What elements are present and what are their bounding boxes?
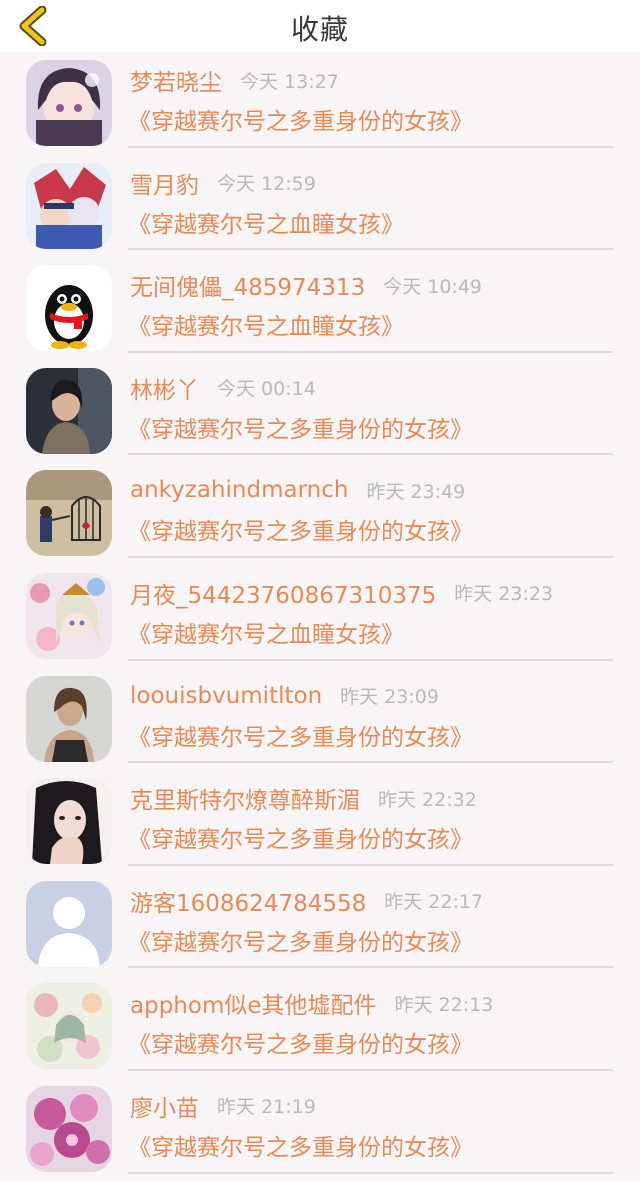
nav-bar: 收藏 (0, 0, 640, 52)
timestamp: 昨天 22:13 (394, 993, 494, 1016)
qq-penguin-avatar[interactable] (26, 265, 112, 352)
default-user-avatar[interactable] (26, 880, 112, 967)
divider (128, 145, 613, 148)
divider (128, 248, 613, 251)
favorites-list: 梦若晓尘 今天 13:27 《穿越赛尔号之多重身份的女孩》 雪月豹 今天 12:… (0, 52, 640, 1181)
work-title-link[interactable]: 《穿越赛尔号之血瞳女孩》 (128, 205, 404, 239)
list-item[interactable]: loouisbvumitlton 昨天 23:09 《穿越赛尔号之多重身份的女孩… (0, 668, 640, 771)
list-item[interactable]: 雪月豹 今天 12:59 《穿越赛尔号之血瞳女孩》 (0, 155, 640, 258)
timestamp: 昨天 23:23 (454, 583, 554, 606)
divider (128, 1068, 613, 1071)
item-meta: loouisbvumitlton 昨天 23:09 (130, 676, 439, 716)
divider (128, 863, 613, 866)
user-name[interactable]: 克里斯特尔燎尊醉斯湄 (130, 781, 360, 815)
work-title-link[interactable]: 《穿越赛尔号之多重身份的女孩》 (128, 102, 473, 136)
work-title-link[interactable]: 《穿越赛尔号之多重身份的女孩》 (128, 923, 473, 957)
user-name[interactable]: 梦若晓尘 (130, 63, 222, 97)
flower-anime-avatar[interactable] (26, 572, 112, 659)
photo-girl-hand-avatar[interactable] (26, 778, 112, 865)
list-item[interactable]: 无间傀儡_485974313 今天 10:49 《穿越赛尔号之血瞳女孩》 (0, 257, 640, 360)
list-item[interactable]: 梦若晓尘 今天 13:27 《穿越赛尔号之多重身份的女孩》 (0, 52, 640, 155)
item-meta: 月夜_54423760867310375 昨天 23:23 (130, 573, 553, 613)
timestamp: 今天 00:14 (217, 378, 316, 401)
birdcage-art-avatar[interactable] (26, 470, 112, 557)
user-name[interactable]: 月夜_54423760867310375 (130, 576, 436, 610)
divider (128, 966, 613, 969)
divider (128, 350, 613, 353)
timestamp: 昨天 22:32 (378, 788, 477, 811)
item-meta: apphom似e其他墟配件 昨天 22:13 (130, 983, 493, 1023)
user-name[interactable]: loouisbvumitlton (130, 683, 322, 709)
divider (128, 555, 613, 558)
list-item[interactable]: 廖小苗 昨天 21:19 《穿越赛尔号之多重身份的女孩》 (0, 1078, 640, 1181)
item-meta: 克里斯特尔燎尊醉斯湄 昨天 22:32 (130, 778, 477, 818)
work-title-link[interactable]: 《穿越赛尔号之多重身份的女孩》 (128, 512, 473, 546)
list-item[interactable]: apphom似e其他墟配件 昨天 22:13 《穿越赛尔号之多重身份的女孩》 (0, 975, 640, 1078)
work-title-link[interactable]: 《穿越赛尔号之血瞳女孩》 (128, 615, 404, 649)
list-item[interactable]: ankyzahindmarnch 昨天 23:49 《穿越赛尔号之多重身份的女孩… (0, 462, 640, 565)
user-name[interactable]: 雪月豹 (130, 166, 199, 200)
pink-flowers-avatar[interactable] (26, 1085, 112, 1172)
list-item[interactable]: 月夜_54423760867310375 昨天 23:23 《穿越赛尔号之血瞳女… (0, 565, 640, 668)
divider (128, 453, 613, 456)
timestamp: 今天 12:59 (217, 173, 316, 196)
item-meta: 梦若晓尘 今天 13:27 (130, 60, 339, 100)
page-title: 收藏 (290, 13, 349, 46)
item-meta: 廖小苗 昨天 21:19 (130, 1086, 316, 1126)
item-meta: ankyzahindmarnch 昨天 23:49 (130, 470, 465, 510)
timestamp: 昨天 21:19 (217, 1096, 316, 1119)
user-name[interactable]: 游客1608624784558 (130, 884, 366, 918)
work-title-link[interactable]: 《穿越赛尔号之多重身份的女孩》 (128, 1128, 473, 1162)
list-item[interactable]: 林彬丫 今天 00:14 《穿越赛尔号之多重身份的女孩》 (0, 360, 640, 463)
user-name[interactable]: 林彬丫 (130, 371, 199, 405)
timestamp: 今天 10:49 (383, 275, 482, 298)
user-name[interactable]: 无间傀儡_485974313 (130, 268, 365, 302)
anime-characters-avatar[interactable] (26, 162, 112, 249)
timestamp: 昨天 23:09 (340, 686, 439, 709)
item-meta: 林彬丫 今天 00:14 (130, 368, 316, 408)
work-title-link[interactable]: 《穿越赛尔号之多重身份的女孩》 (128, 410, 473, 444)
anime-girl-avatar[interactable] (26, 60, 112, 146)
work-title-link[interactable]: 《穿越赛尔号之血瞳女孩》 (128, 307, 404, 341)
item-meta: 雪月豹 今天 12:59 (130, 163, 316, 203)
divider (128, 761, 613, 764)
list-item[interactable]: 游客1608624784558 昨天 22:17 《穿越赛尔号之多重身份的女孩》 (0, 873, 640, 976)
item-meta: 游客1608624784558 昨天 22:17 (130, 881, 483, 921)
timestamp: 昨天 22:17 (384, 891, 484, 914)
timestamp: 昨天 23:49 (366, 480, 466, 503)
list-item[interactable]: 克里斯特尔燎尊醉斯湄 昨天 22:32 《穿越赛尔号之多重身份的女孩》 (0, 770, 640, 873)
work-title-link[interactable]: 《穿越赛尔号之多重身份的女孩》 (128, 820, 473, 854)
timestamp: 今天 13:27 (240, 70, 339, 93)
user-name[interactable]: ankyzahindmarnch (130, 477, 348, 503)
work-title-link[interactable]: 《穿越赛尔号之多重身份的女孩》 (128, 718, 473, 752)
floral-painting-avatar[interactable] (26, 983, 112, 1070)
photo-girl-avatar[interactable] (26, 367, 112, 454)
photo-woman-avatar[interactable] (26, 675, 112, 762)
work-title-link[interactable]: 《穿越赛尔号之多重身份的女孩》 (128, 1025, 473, 1059)
user-name[interactable]: apphom似e其他墟配件 (130, 986, 377, 1020)
item-meta: 无间傀儡_485974313 今天 10:49 (130, 265, 482, 305)
divider (128, 658, 613, 661)
user-name[interactable]: 廖小苗 (130, 1089, 199, 1123)
